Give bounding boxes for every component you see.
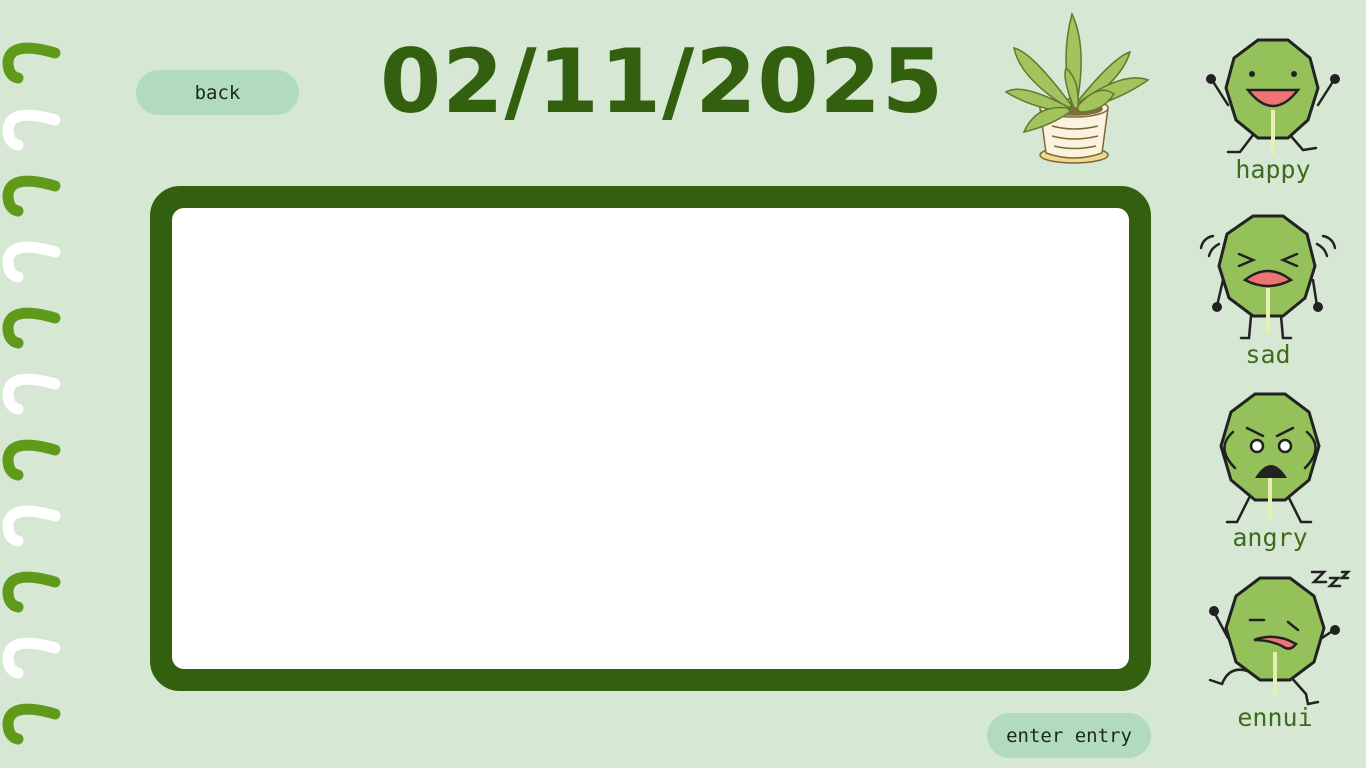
mood-option-sad[interactable]: sad xyxy=(1183,208,1353,369)
mood-label-sad: sad xyxy=(1245,340,1291,369)
potted-plant-icon xyxy=(1004,11,1150,164)
angry-leaf-icon xyxy=(1219,392,1321,524)
mood-label-angry: angry xyxy=(1232,523,1308,552)
happy-leaf-icon xyxy=(1206,38,1340,155)
mood-option-angry[interactable]: angry xyxy=(1185,388,1355,552)
enter-entry-button[interactable]: enter entry xyxy=(987,713,1151,758)
spiral-binding-icon xyxy=(2,42,61,745)
mood-label-ennui: ennui xyxy=(1237,703,1313,732)
sleepy-leaf-icon xyxy=(1208,570,1352,706)
page-title-date: 02/11/2025 xyxy=(380,30,945,133)
mood-option-happy[interactable]: happy xyxy=(1188,30,1358,184)
journal-entry-frame xyxy=(150,186,1151,691)
sad-leaf-icon xyxy=(1199,214,1337,340)
mood-option-ennui[interactable]: ennui xyxy=(1190,568,1360,732)
mood-label-happy: happy xyxy=(1235,155,1311,184)
back-button[interactable]: back xyxy=(136,70,299,115)
journal-entry-textarea[interactable] xyxy=(172,208,1129,669)
